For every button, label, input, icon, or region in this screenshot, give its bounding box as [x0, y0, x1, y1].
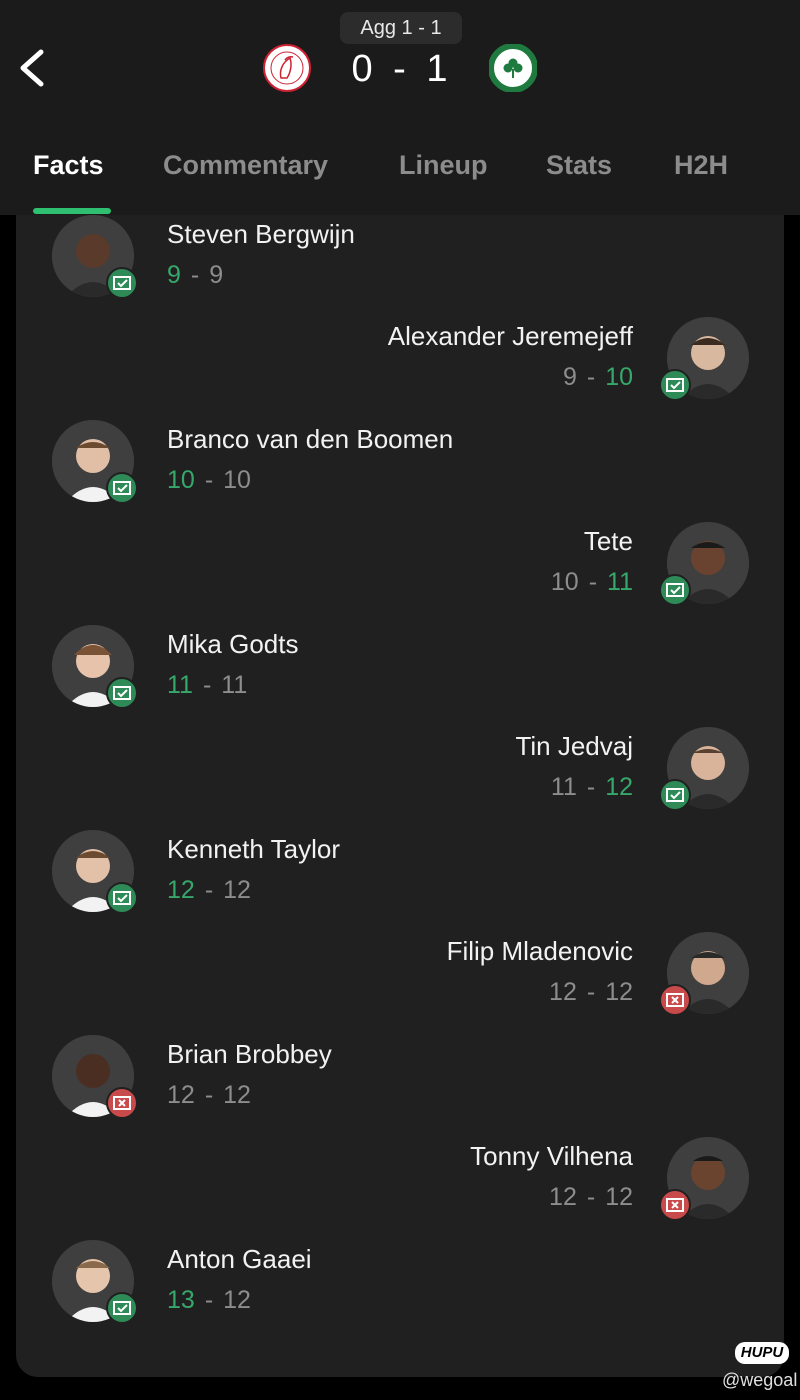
running-score: 9-10 — [562, 363, 633, 391]
away-running-score: 12 — [223, 1081, 251, 1109]
list-item[interactable]: Steven Bergwijn 9-9 — [16, 215, 784, 325]
list-item[interactable]: Tin Jedvaj 11-12 — [16, 727, 784, 837]
back-button[interactable] — [14, 46, 50, 90]
player-name: Mika Godts — [167, 629, 299, 659]
home-running-score: 9 — [167, 261, 181, 289]
player-name: Brian Brobbey — [167, 1039, 332, 1069]
home-running-score: 11 — [167, 671, 193, 699]
running-score: 12-12 — [167, 876, 251, 904]
away-running-score: 9 — [209, 261, 224, 289]
goal-scored-icon — [659, 369, 691, 401]
home-running-score: 11 — [550, 773, 577, 801]
goal-scored-icon — [106, 472, 138, 504]
running-score: 10-10 — [167, 466, 251, 494]
home-running-score: 9 — [562, 363, 577, 391]
player-name: Filip Mladenovic — [446, 936, 633, 966]
home-running-score: 12 — [549, 978, 577, 1006]
tab-stats[interactable]: Stats — [546, 140, 612, 190]
goal-scored-icon — [106, 882, 138, 914]
away-running-score: 11 — [607, 568, 633, 596]
list-item[interactable]: Tete 10-11 — [16, 522, 784, 632]
match-score: 0 - 1 — [325, 44, 475, 94]
tab-bar: Facts Commentary Lineup Stats H2H — [0, 140, 800, 190]
penalty-missed-icon — [106, 1087, 138, 1119]
chevron-left-icon — [20, 49, 44, 87]
goal-scored-icon — [106, 1292, 138, 1324]
away-running-score: 12 — [223, 1286, 251, 1314]
penalty-missed-icon — [659, 1189, 691, 1221]
player-name: Tin Jedvaj — [515, 731, 633, 761]
list-item[interactable]: Anton Gaaei 13-12 — [16, 1240, 784, 1350]
player-name: Tete — [583, 526, 633, 556]
score-separator: - — [393, 48, 407, 90]
running-score: 12-12 — [167, 1081, 251, 1109]
hupu-logo: HUPU — [735, 1342, 789, 1364]
list-item[interactable]: Mika Godts 11-11 — [16, 625, 784, 735]
goal-scored-icon — [659, 779, 691, 811]
home-running-score: 10 — [550, 568, 579, 596]
home-score: 0 — [351, 48, 374, 90]
away-running-score: 10 — [223, 466, 251, 494]
home-running-score: 13 — [167, 1286, 195, 1314]
running-score: 13-12 — [167, 1286, 251, 1314]
list-item[interactable]: Kenneth Taylor 12-12 — [16, 830, 784, 940]
away-running-score: 12 — [605, 773, 633, 801]
running-score: 11-12 — [550, 773, 633, 801]
running-score: 9-9 — [167, 261, 224, 289]
goal-scored-icon — [659, 574, 691, 606]
player-name: Steven Bergwijn — [167, 219, 355, 249]
home-running-score: 10 — [167, 466, 195, 494]
player-name: Alexander Jeremejeff — [387, 321, 633, 351]
aggregate-score: Agg 1 - 1 — [340, 12, 462, 44]
home-running-score: 12 — [549, 1183, 577, 1211]
list-item[interactable]: Branco van den Boomen 10-10 — [16, 420, 784, 530]
goal-scored-icon — [106, 267, 138, 299]
tab-facts[interactable]: Facts — [33, 140, 104, 190]
list-item[interactable]: Alexander Jeremejeff 9-10 — [16, 317, 784, 427]
tab-commentary[interactable]: Commentary — [163, 140, 328, 190]
goal-scored-icon — [106, 677, 138, 709]
running-score: 12-12 — [549, 1183, 633, 1211]
ajax-crest-icon[interactable] — [263, 44, 311, 92]
away-running-score: 12 — [223, 876, 251, 904]
match-header: Agg 1 - 1 0 - 1 Facts Commentary Lineup … — [0, 0, 800, 215]
player-name: Anton Gaaei — [167, 1244, 312, 1274]
away-running-score: 11 — [221, 671, 248, 699]
penalty-shootout-list: Steven Bergwijn 9-9 Alexander Jeremejeff… — [16, 215, 784, 1377]
list-item[interactable]: Brian Brobbey 12-12 — [16, 1035, 784, 1145]
panathinaikos-crest-icon[interactable] — [488, 43, 538, 93]
player-name: Tonny Vilhena — [470, 1141, 633, 1171]
home-running-score: 12 — [167, 1081, 195, 1109]
active-tab-indicator — [33, 208, 111, 214]
running-score: 12-12 — [549, 978, 633, 1006]
away-running-score: 12 — [605, 978, 633, 1006]
player-name: Branco van den Boomen — [167, 424, 454, 454]
away-score: 1 — [426, 48, 449, 90]
penalty-missed-icon — [659, 984, 691, 1016]
watermark-handle: @wegoal — [722, 1370, 798, 1390]
tab-h2h[interactable]: H2H — [674, 140, 728, 190]
away-running-score: 12 — [605, 1183, 633, 1211]
list-item[interactable]: Filip Mladenovic 12-12 — [16, 932, 784, 1042]
player-name: Kenneth Taylor — [167, 834, 340, 864]
running-score: 10-11 — [550, 568, 633, 596]
list-item[interactable]: Tonny Vilhena 12-12 — [16, 1137, 784, 1247]
home-running-score: 12 — [167, 876, 195, 904]
running-score: 11-11 — [167, 671, 248, 699]
away-running-score: 10 — [605, 363, 633, 391]
tab-lineup[interactable]: Lineup — [399, 140, 488, 190]
